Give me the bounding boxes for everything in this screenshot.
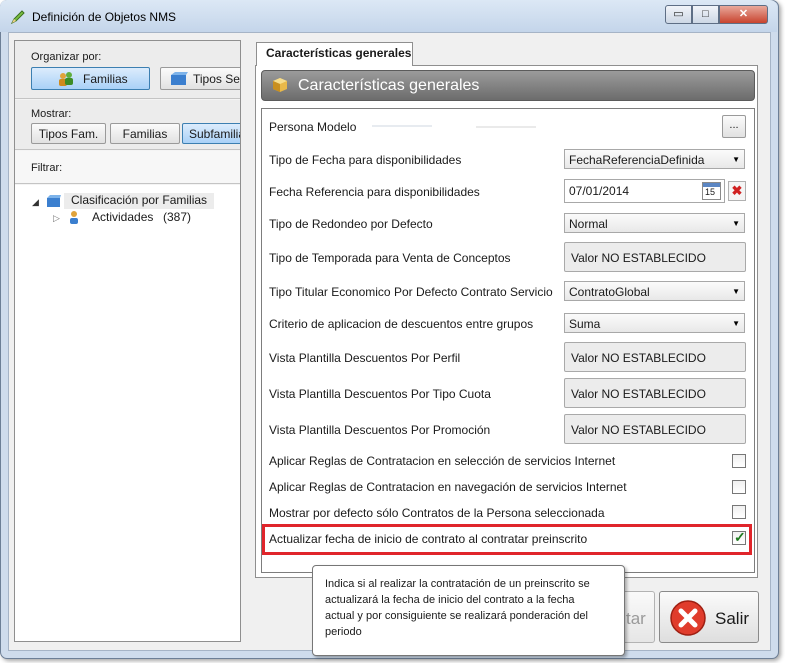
blurred-text: [476, 126, 536, 128]
fecha-referencia-value: 07/01/2014: [569, 184, 630, 198]
tipo-fecha-label: Tipo de Fecha para disponibilidades: [269, 153, 462, 167]
tab-caracteristicas[interactable]: Características generales: [256, 42, 413, 66]
reglas-seleccion-label: Aplicar Reglas de Contratacion en selecc…: [269, 454, 616, 468]
tipo-fecha-value: FechaReferenciaDefinida: [569, 153, 705, 167]
dropdown-arrow-icon: ▼: [732, 287, 740, 296]
tree-collapsed-icon[interactable]: ▷: [53, 213, 60, 224]
tipo-redondeo-value: Normal: [569, 217, 608, 231]
persona-modelo-field[interactable]: [366, 116, 718, 138]
minimize-button[interactable]: ▭: [665, 5, 692, 24]
subfamilias-show-button[interactable]: Subfamilia: [182, 123, 240, 144]
aceptar-label-fragment: tar: [626, 609, 646, 628]
salir-label: Salir: [715, 609, 750, 628]
tipo-temporada-field[interactable]: Valor NO ESTABLECIDO: [564, 242, 746, 272]
tooltip-line: actualizará la fecha de inicio del contr…: [325, 594, 575, 606]
mostrar-section: Mostrar: Tipos Fam. Familias Subfamilia: [15, 100, 240, 150]
reglas-navegacion-label: Aplicar Reglas de Contratacion en navega…: [269, 480, 627, 494]
tooltip-line: periodo: [325, 626, 362, 638]
tree-child-count: (387): [163, 210, 192, 224]
tooltip-line: actual y por consiguiente se realizará p…: [325, 610, 588, 622]
mostrar-label: Mostrar:: [31, 108, 72, 120]
tipos-servicio-button[interactable]: Tipos Ser: [160, 67, 241, 90]
tree-expanded-icon[interactable]: ◢: [32, 197, 39, 208]
close-button[interactable]: ✕: [719, 5, 768, 24]
left-panel: Organizar por: Familias Tipos Ser Mostra…: [14, 40, 241, 642]
filtrar-label: Filtrar:: [31, 162, 63, 174]
properties-panel: [261, 108, 755, 573]
tipo-titular-label: Tipo Titular Economico Por Defecto Contr…: [269, 285, 553, 299]
tooltip: Indica si al realizar la contratación de…: [312, 565, 625, 656]
tree-root-label[interactable]: Clasificación por Familias: [64, 193, 214, 209]
mostrar-contratos-checkbox[interactable]: [732, 505, 746, 519]
vista-perfil-label: Vista Plantilla Descuentos Por Perfil: [269, 351, 461, 365]
reglas-navegacion-checkbox[interactable]: [732, 480, 746, 494]
person-icon: [67, 209, 83, 228]
tipo-redondeo-select[interactable]: Normal ▼: [564, 213, 745, 233]
vista-cuota-field[interactable]: Valor NO ESTABLECIDO: [564, 378, 746, 408]
dropdown-arrow-icon: ▼: [732, 319, 740, 328]
filter-section[interactable]: Filtrar:: [15, 151, 240, 184]
tipo-temporada-label: Tipo de Temporada para Venta de Concepto…: [269, 251, 511, 265]
mostrar-contratos-label: Mostrar por defecto sólo Contratos de la…: [269, 506, 605, 520]
tooltip-line: Indica si al realizar la contratación de…: [325, 578, 590, 590]
persona-modelo-label: Persona Modelo: [269, 120, 357, 134]
fecha-referencia-input[interactable]: 07/01/2014 15: [564, 179, 725, 203]
close-icon: ✕: [738, 8, 749, 20]
dropdown-arrow-icon: ▼: [732, 155, 740, 164]
cube-icon: [272, 77, 288, 96]
maximize-button[interactable]: □: [692, 5, 719, 24]
criterio-descuentos-select[interactable]: Suma ▼: [564, 313, 745, 333]
tipos-fam-button[interactable]: Tipos Fam.: [31, 123, 106, 144]
app-pencil-icon: [10, 9, 26, 25]
tipo-redondeo-label: Tipo de Redondeo por Defecto: [269, 217, 433, 231]
organizar-section: Organizar por: Familias Tipos Ser: [15, 41, 241, 99]
minimize-icon: ▭: [673, 8, 684, 20]
tipo-fecha-select[interactable]: FechaReferenciaDefinida ▼: [564, 149, 745, 169]
persona-modelo-browse-button[interactable]: ...: [722, 115, 746, 138]
vista-cuota-label: Vista Plantilla Descuentos Por Tipo Cuot…: [269, 387, 491, 401]
calendar-day: 15: [705, 187, 716, 197]
box-icon: [170, 71, 188, 89]
people-icon: [57, 71, 75, 89]
organizar-label: Organizar por:: [31, 51, 102, 63]
checkmark-icon: ✓: [734, 529, 746, 545]
clear-date-icon[interactable]: ✖: [728, 181, 746, 201]
window-title: Definición de Objetos NMS: [32, 10, 177, 24]
criterio-descuentos-label: Criterio de aplicacion de descuentos ent…: [269, 317, 534, 331]
tipo-titular-value: ContratoGlobal: [569, 285, 650, 299]
familias-organize-button[interactable]: Familias: [31, 67, 150, 90]
vista-promocion-field[interactable]: Valor NO ESTABLECIDO: [564, 414, 746, 444]
vista-promocion-label: Vista Plantilla Descuentos Por Promoción: [269, 423, 491, 437]
section-header-title: Características generales: [298, 77, 480, 94]
fecha-referencia-label: Fecha Referencia para disponibilidades: [269, 185, 480, 199]
dropdown-arrow-icon: ▼: [732, 219, 740, 228]
reglas-seleccion-checkbox[interactable]: [732, 454, 746, 468]
close-circle-icon: [669, 599, 707, 640]
calendar-icon[interactable]: 15: [702, 182, 721, 200]
actualizar-fecha-label: Actualizar fecha de inicio de contrato a…: [269, 532, 588, 546]
blurred-text: [372, 125, 432, 127]
tree-child-label[interactable]: Actividades: [92, 210, 153, 224]
tipo-titular-select[interactable]: ContratoGlobal ▼: [564, 281, 745, 301]
familias-show-button[interactable]: Familias: [110, 123, 180, 144]
box-icon: [46, 194, 62, 211]
familias-organize-label: Familias: [83, 72, 128, 86]
tree-view: ◢ Clasificación por Familias ▷ Actividad…: [15, 185, 240, 641]
criterio-descuentos-value: Suma: [569, 317, 601, 331]
actualizar-fecha-checkbox[interactable]: ✓: [732, 529, 746, 545]
vista-perfil-field[interactable]: Valor NO ESTABLECIDO: [564, 342, 746, 372]
tipos-servicio-label: Tipos Ser: [193, 72, 241, 86]
maximize-icon: □: [702, 8, 709, 20]
salir-button[interactable]: Salir: [659, 591, 759, 643]
